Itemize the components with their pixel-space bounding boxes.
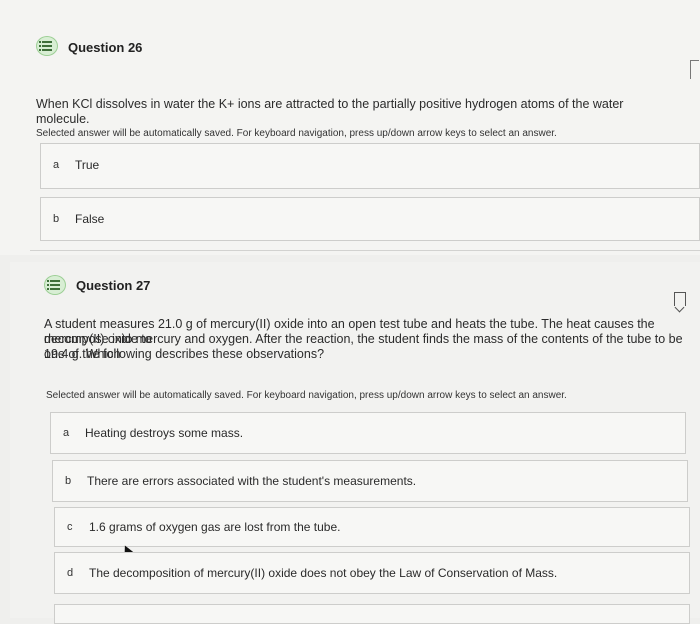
bookmark-icon[interactable] [674, 292, 686, 306]
question-27-card: Question 27 A student measures 21.0 g of… [10, 262, 700, 624]
option-label: True [75, 158, 100, 172]
answer-option-b[interactable]: b False [40, 197, 700, 241]
answer-option-b[interactable]: b There are errors associated with the s… [52, 460, 688, 502]
answer-option-a[interactable]: a True [40, 143, 700, 189]
option-letter: b [53, 213, 60, 225]
question-text: When KCl dissolves in water the K+ ions … [36, 97, 624, 126]
next-question-card-edge [54, 604, 690, 624]
answer-option-a[interactable]: a Heating destroys some mass. [50, 412, 686, 454]
option-label: Heating destroys some mass. [85, 426, 244, 440]
answer-option-c[interactable]: c 1.6 grams of oxygen gas are lost from … [54, 507, 690, 547]
question-list-icon [36, 36, 58, 56]
question-26-card: Question 26 When KCl dissolves in water … [0, 0, 700, 255]
answer-hint: Selected answer will be automatically sa… [36, 128, 557, 139]
divider [30, 250, 700, 251]
option-letter: c [67, 521, 73, 533]
option-label: The decomposition of mercury(II) oxide d… [89, 566, 558, 580]
question-title: Question 26 [68, 40, 143, 55]
answer-hint: Selected answer will be automatically sa… [46, 390, 567, 401]
option-label: 1.6 grams of oxygen gas are lost from th… [89, 520, 341, 534]
answer-option-d[interactable]: d The decomposition of mercury(II) oxide… [54, 552, 690, 594]
option-letter: b [65, 475, 72, 487]
option-label: There are errors associated with the stu… [87, 474, 417, 488]
option-label: False [75, 212, 105, 226]
question-list-icon [44, 275, 66, 295]
question-text-line-3: one of the following describes these obs… [44, 347, 325, 361]
option-letter: d [67, 567, 74, 579]
bookmark-icon[interactable] [690, 60, 699, 79]
option-letter: a [63, 427, 70, 439]
question-title: Question 27 [76, 278, 151, 293]
option-letter: a [53, 159, 60, 171]
